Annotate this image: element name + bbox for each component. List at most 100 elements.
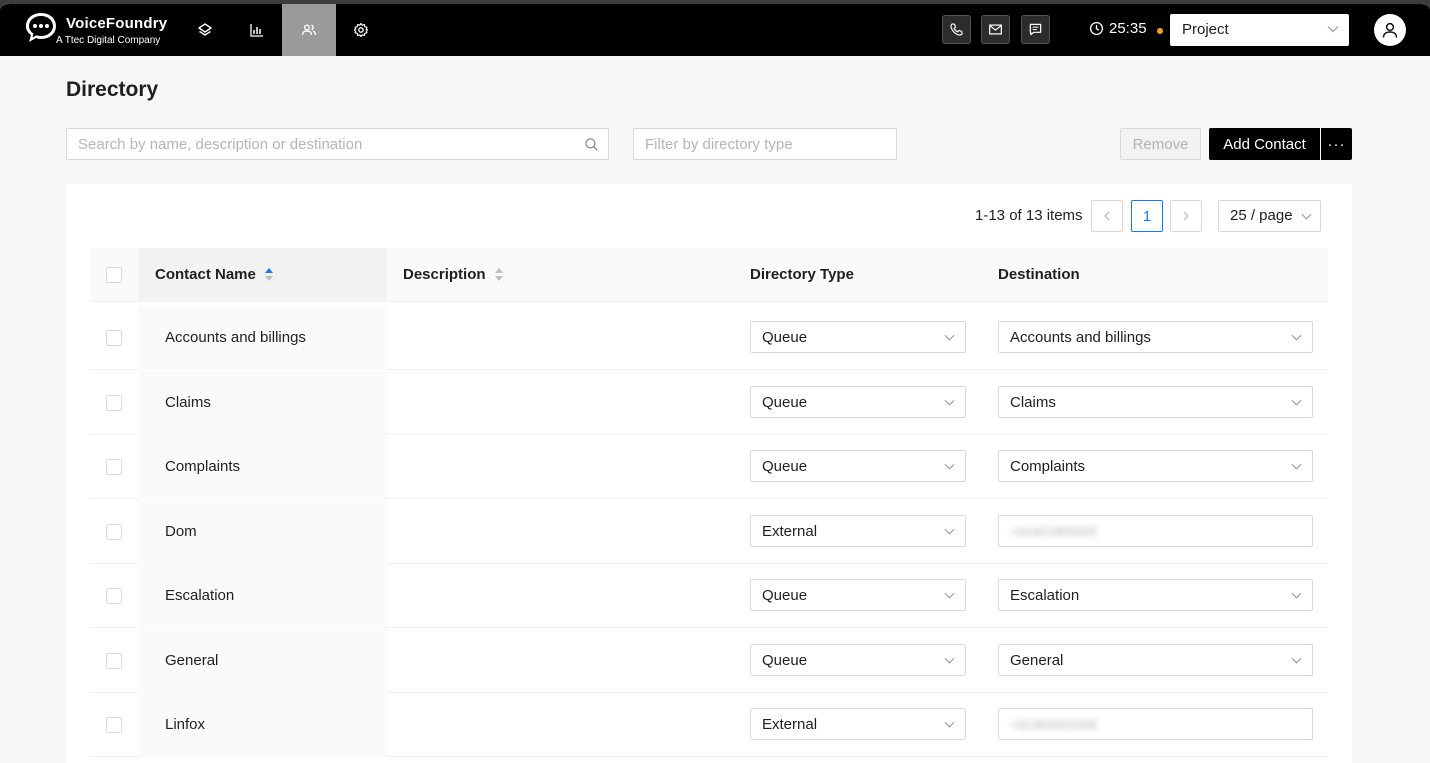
contact-name: Accounts and billings xyxy=(165,329,306,346)
bar-chart-icon xyxy=(250,24,263,37)
page-title: Directory xyxy=(66,78,159,101)
row-checkbox[interactable] xyxy=(106,330,122,346)
project-select[interactable]: Project xyxy=(1170,14,1349,46)
app-tagline: A Ttec Digital Company xyxy=(56,35,161,46)
destination-value: Claims xyxy=(1010,394,1056,411)
chevron-right-icon xyxy=(1183,211,1189,221)
pagination-summary: 1-13 of 13 items xyxy=(975,207,1083,224)
chevron-down-icon xyxy=(944,721,955,728)
message-icon xyxy=(1029,23,1042,36)
directory-type-select[interactable]: External xyxy=(750,708,966,740)
directory-type-select[interactable]: Queue xyxy=(750,644,966,676)
chevron-down-icon xyxy=(944,463,955,470)
next-page-button[interactable] xyxy=(1170,200,1202,232)
row-checkbox[interactable] xyxy=(106,524,122,540)
column-header-label: Description xyxy=(403,266,486,283)
table-row: Claims Queue Claims xyxy=(90,371,1328,435)
destination-value: Accounts and billings xyxy=(1010,329,1151,346)
chevron-down-icon xyxy=(944,334,955,341)
add-contact-button[interactable]: Add Contact xyxy=(1209,128,1320,160)
nav-directory[interactable] xyxy=(282,4,336,56)
table-row: General Queue General xyxy=(90,629,1328,693)
table-row: Escalation Queue Escalation xyxy=(90,564,1328,628)
destination-value: +61393401000 xyxy=(1010,717,1098,732)
contact-name: General xyxy=(165,652,219,669)
column-header-label: Contact Name xyxy=(155,266,256,283)
destination-select[interactable]: General xyxy=(998,644,1313,676)
destination-phone-input[interactable]: +61421904425 xyxy=(998,515,1313,547)
destination-value: Escalation xyxy=(1010,587,1080,604)
directory-type-value: External xyxy=(762,523,818,540)
timer-value: 25:35 xyxy=(1109,20,1147,37)
chevron-down-icon xyxy=(944,399,955,406)
chevron-down-icon xyxy=(1291,463,1302,470)
row-checkbox[interactable] xyxy=(106,459,122,475)
table-row: Complaints Queue Complaints xyxy=(90,435,1328,499)
destination-value: +61421904425 xyxy=(1010,524,1098,539)
phone-icon xyxy=(950,23,963,36)
chevron-down-icon xyxy=(1327,26,1339,33)
user-avatar-button[interactable] xyxy=(1374,14,1406,46)
search-icon[interactable] xyxy=(584,137,599,152)
destination-value: General xyxy=(1010,652,1064,669)
user-icon xyxy=(1382,22,1398,38)
row-checkbox[interactable] xyxy=(106,395,122,411)
destination-select[interactable]: Complaints xyxy=(998,450,1313,482)
logo[interactable]: VoiceFoundry A Ttec Digital Company xyxy=(22,9,167,47)
email-channel-button[interactable] xyxy=(981,15,1010,44)
chevron-left-icon xyxy=(1104,211,1110,221)
status-dot xyxy=(1157,28,1163,34)
select-all-checkbox[interactable] xyxy=(106,267,122,283)
destination-value: Complaints xyxy=(1010,458,1086,475)
column-header-contact-name[interactable]: Contact Name xyxy=(155,266,273,283)
destination-select[interactable]: Claims xyxy=(998,386,1313,418)
voice-channel-button[interactable] xyxy=(942,15,971,44)
chat-channel-button[interactable] xyxy=(1021,15,1050,44)
directory-type-value: Queue xyxy=(762,394,808,411)
destination-select[interactable]: Escalation xyxy=(998,579,1313,611)
prev-page-button[interactable] xyxy=(1091,200,1123,232)
directory-type-select[interactable]: Queue xyxy=(750,579,966,611)
sort-ascending-icon xyxy=(264,267,273,282)
nav-layers[interactable] xyxy=(179,4,231,56)
remove-button[interactable]: Remove xyxy=(1120,128,1201,160)
column-header-directory-type: Directory Type xyxy=(750,266,854,283)
destination-select[interactable]: Accounts and billings xyxy=(998,321,1313,353)
table-row: Dom External +61421904425 xyxy=(90,500,1328,564)
nav-settings[interactable] xyxy=(335,4,387,56)
page-size-value: 25 / page xyxy=(1230,207,1293,224)
layers-icon xyxy=(198,23,212,36)
directory-type-value: Queue xyxy=(762,652,808,669)
directory-type-select[interactable]: External xyxy=(750,515,966,547)
directory-type-value: External xyxy=(762,716,818,733)
gear-icon xyxy=(353,22,369,38)
clock-icon xyxy=(1089,21,1104,36)
directory-type-select[interactable]: Queue xyxy=(750,321,966,353)
page-size-select[interactable]: 25 / page xyxy=(1218,200,1321,232)
mail-icon xyxy=(989,24,1002,35)
contact-name: Dom xyxy=(165,523,197,540)
session-timer: 25:35 xyxy=(1089,20,1147,37)
more-actions-button[interactable]: ··· xyxy=(1321,128,1352,160)
project-select-value: Project xyxy=(1182,21,1229,38)
directory-type-value: Queue xyxy=(762,587,808,604)
nav-analytics[interactable] xyxy=(231,4,283,56)
contact-name: Complaints xyxy=(165,458,241,475)
directory-type-select[interactable]: Queue xyxy=(750,450,966,482)
row-checkbox[interactable] xyxy=(106,588,122,604)
app-name: VoiceFoundry xyxy=(66,15,168,32)
top-bar: VoiceFoundry A Ttec Digital Company 25:3 xyxy=(0,4,1430,56)
page-button[interactable]: 1 xyxy=(1131,200,1163,232)
row-checkbox[interactable] xyxy=(106,653,122,669)
column-header-description[interactable]: Description xyxy=(403,266,503,283)
chevron-down-icon xyxy=(944,528,955,535)
table-row: Accounts and billings Queue Accounts and… xyxy=(90,306,1328,370)
directory-type-select[interactable]: Queue xyxy=(750,386,966,418)
chevron-down-icon xyxy=(1291,657,1302,664)
destination-phone-input[interactable]: +61393401000 xyxy=(998,708,1313,740)
app-window: VoiceFoundry A Ttec Digital Company 25:3 xyxy=(0,0,1430,763)
row-checkbox[interactable] xyxy=(106,717,122,733)
directory-type-filter[interactable] xyxy=(633,128,897,160)
search-input[interactable] xyxy=(66,128,609,160)
chat-bubble-logo-icon xyxy=(26,13,56,42)
